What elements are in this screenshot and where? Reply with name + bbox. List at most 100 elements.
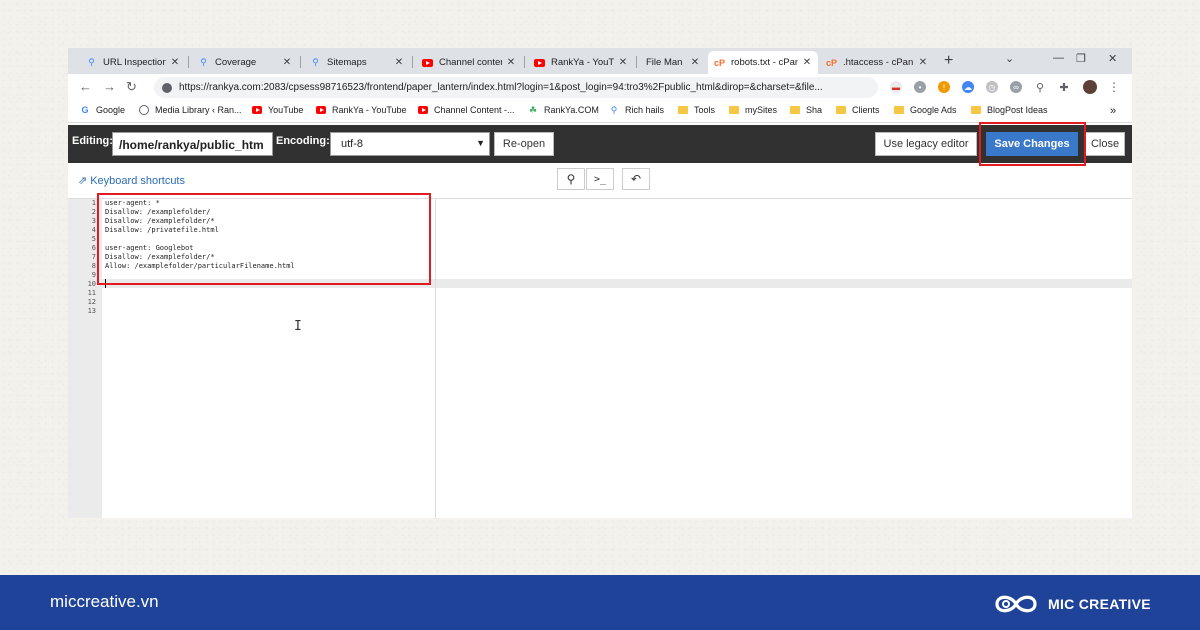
site-info-icon[interactable]: [162, 82, 172, 93]
new-tab-icon[interactable]: +: [944, 52, 953, 70]
back-icon[interactable]: ←: [79, 79, 92, 94]
tab-label: URL Inspection: [103, 57, 166, 68]
bookmark-youtube[interactable]: YouTube: [252, 105, 303, 115]
close-button[interactable]: Close: [1085, 132, 1125, 156]
bookmark-folder-sha[interactable]: Sha: [790, 105, 822, 115]
bookmark-label: Channel Content -...: [434, 105, 515, 115]
search-icon: ⚲: [566, 172, 576, 186]
bookmark-label: Media Library ‹ Ran...: [155, 105, 242, 115]
close-icon[interactable]: ✕: [690, 57, 700, 68]
chevron-down-icon: ▼: [476, 138, 485, 148]
bookmark-label: Clients: [852, 105, 880, 115]
bookmark-label: RankYa - YouTube: [332, 105, 407, 115]
youtube-icon: [422, 57, 433, 68]
bookmark-folder-google-ads[interactable]: Google Ads: [894, 105, 957, 115]
tab-label: File Man: [646, 57, 683, 68]
bookmark-rankya-youtube[interactable]: RankYa - YouTube: [316, 105, 407, 115]
bookmark-rich-hails[interactable]: ⚲ Rich hails: [609, 105, 665, 116]
extension-timer-icon[interactable]: ◷: [986, 81, 998, 93]
bookmark-label: Tools: [694, 105, 716, 115]
brand-logo: MIC CREATIVE: [993, 589, 1151, 619]
search-icon[interactable]: ⚲: [1034, 81, 1046, 94]
extension-alert-icon[interactable]: !: [938, 81, 950, 93]
editor-header: Editing: /home/rankya/public_htm Encodin…: [68, 125, 1132, 163]
google-icon: G: [81, 105, 89, 115]
tab-label: .htaccess - cPan: [843, 57, 914, 68]
bookmark-media-library[interactable]: Media Library ‹ Ran...: [139, 105, 242, 115]
tab-label: robots.txt - cPan: [731, 57, 798, 68]
address-bar[interactable]: https://rankya.com:2083/cpsess98716523/f…: [154, 77, 878, 98]
bookmark-google[interactable]: G Google: [80, 105, 125, 115]
tab-separator: [300, 56, 301, 68]
bookmark-label: Google: [96, 105, 126, 115]
menu-kebab-icon[interactable]: ⋮: [1108, 80, 1120, 94]
undo-button[interactable]: ↶: [622, 168, 650, 190]
bookmark-folder-blogpost[interactable]: BlogPost Ideas: [971, 105, 1048, 115]
line-number: 9: [91, 271, 96, 279]
extension-flag-icon[interactable]: ▬: [890, 81, 902, 93]
avatar[interactable]: [1083, 80, 1097, 94]
tab-channel-content[interactable]: Channel conten ✕: [416, 51, 522, 74]
tab-label: Channel conten: [439, 57, 502, 68]
bookmark-label: Google Ads: [910, 105, 957, 115]
restore-icon[interactable]: ❐: [1076, 52, 1086, 65]
bookmark-label: Rich hails: [625, 105, 665, 115]
tab-rankya-youtube[interactable]: RankYa - YouTu ✕: [528, 51, 634, 74]
tab-robots-txt[interactable]: cP robots.txt - cPan ✕: [708, 51, 818, 74]
editing-label: Editing:: [72, 135, 113, 147]
keyboard-shortcuts-link[interactable]: ⇗ Keyboard shortcuts: [78, 174, 185, 188]
tab-coverage[interactable]: ⚲ Coverage ✕: [192, 51, 298, 74]
reload-icon[interactable]: ↻: [126, 79, 137, 95]
search-button[interactable]: ⚲: [557, 168, 585, 190]
line-number: 8: [91, 262, 96, 270]
minimize-icon[interactable]: —: [1053, 52, 1064, 64]
cloud-icon[interactable]: ☁: [962, 81, 974, 93]
close-icon[interactable]: ✕: [918, 57, 928, 68]
folder-icon: [971, 105, 981, 115]
tab-sitemaps[interactable]: ⚲ Sitemaps ✕: [304, 51, 410, 74]
go-to-line-button[interactable]: >_: [586, 168, 614, 190]
tab-search-icon[interactable]: ⌄: [1005, 52, 1014, 65]
address-url: https://rankya.com:2083/cpsess98716523/f…: [179, 82, 823, 93]
extension-link-icon[interactable]: ∞: [1010, 81, 1022, 93]
close-icon[interactable]: ✕: [506, 57, 516, 68]
forward-icon[interactable]: →: [103, 79, 116, 94]
close-icon[interactable]: ✕: [394, 57, 404, 68]
close-icon[interactable]: ✕: [618, 57, 628, 68]
line-number: 10: [87, 280, 96, 288]
bookmarks-more-button[interactable]: »: [1110, 105, 1116, 117]
legacy-editor-button[interactable]: Use legacy editor: [875, 132, 977, 156]
tab-htaccess[interactable]: cP .htaccess - cPan ✕: [820, 51, 934, 74]
bookmark-label: YouTube: [268, 105, 304, 115]
tab-file-manager[interactable]: File Man ✕: [640, 51, 706, 74]
brand-name: MIC CREATIVE: [1048, 596, 1151, 612]
line-number: 5: [91, 235, 96, 243]
line-number: 13: [87, 307, 96, 315]
window-close-icon[interactable]: ✕: [1108, 52, 1117, 65]
terminal-icon: >_: [593, 173, 607, 185]
bookmark-channel-content[interactable]: Channel Content -...: [418, 105, 515, 115]
cpanel-icon: cP: [714, 57, 726, 68]
line-number: 12: [87, 298, 96, 306]
search-console-icon: ⚲: [88, 57, 95, 67]
line-number: 1: [91, 199, 96, 207]
tab-strip: ⚲ URL Inspection ✕ ⚲ Coverage ✕ ⚲ Sitema…: [68, 48, 1132, 74]
bookmark-folder-mysites[interactable]: mySites: [729, 105, 777, 115]
close-icon[interactable]: ✕: [802, 57, 812, 68]
file-path-field[interactable]: /home/rankya/public_htm: [112, 132, 273, 156]
encoding-select[interactable]: utf-8 ▼: [330, 132, 490, 156]
bookmark-rankya-com[interactable]: ☘ RankYa.COM: [528, 105, 599, 116]
line-number: 2: [91, 208, 96, 216]
folder-icon: [729, 105, 739, 115]
bookmark-folder-tools[interactable]: Tools: [678, 105, 715, 115]
extensions-puzzle-icon[interactable]: ✚: [1058, 81, 1070, 94]
close-icon[interactable]: ✕: [170, 57, 180, 68]
tab-url-inspection[interactable]: ⚲ URL Inspection ✕: [80, 51, 186, 74]
bookmark-folder-clients[interactable]: Clients: [836, 105, 880, 115]
globe-icon: [139, 105, 149, 115]
extension-seo-icon[interactable]: •: [914, 81, 926, 93]
tab-label: RankYa - YouTu: [551, 57, 614, 68]
reopen-button[interactable]: Re-open: [494, 132, 554, 156]
close-icon[interactable]: ✕: [282, 57, 292, 68]
tab-label: Coverage: [215, 57, 257, 68]
